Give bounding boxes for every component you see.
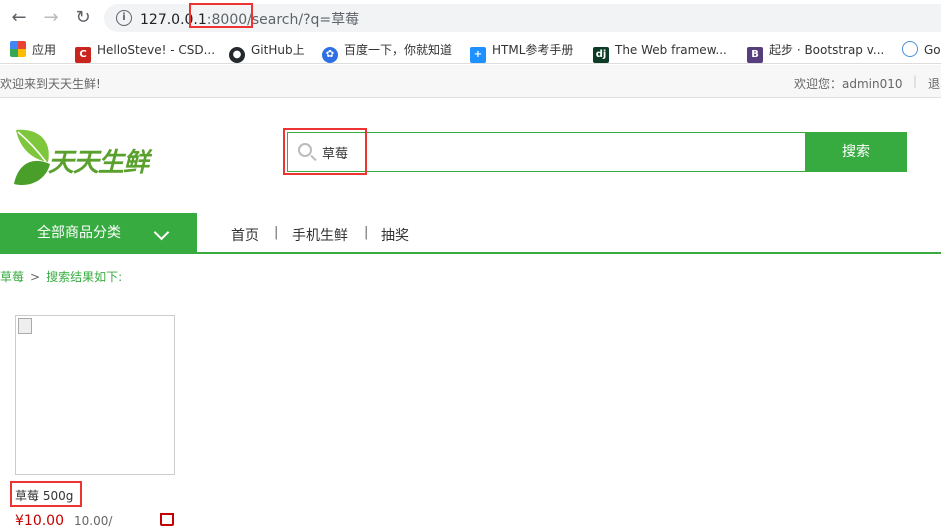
baidu-paw-icon: ✿ bbox=[322, 47, 338, 63]
product-image[interactable] bbox=[15, 315, 175, 475]
browser-toolbar: ← → ↻ i 127.0.0.1:8000/search/?q=草莓 bbox=[0, 0, 941, 36]
breadcrumb-text: 搜索结果如下: bbox=[46, 270, 123, 284]
hexagon-icon bbox=[902, 41, 918, 57]
bookmark-baidu[interactable]: ✿ 百度一下，你就知道 bbox=[322, 41, 452, 63]
search-box: 搜索 bbox=[287, 132, 907, 172]
breadcrumb: 草莓 > 搜索结果如下: bbox=[0, 268, 122, 285]
github-icon: ● bbox=[229, 47, 245, 63]
main-nav: 全部商品分类 首页 | 手机生鲜 | 抽奖 bbox=[0, 213, 941, 254]
bookmarks-bar: 应用 C HelloSteve! - CSD... ● GitHub上 ✿ 百度一下，… bbox=[0, 36, 941, 64]
reload-icon[interactable]: ↻ bbox=[72, 7, 94, 29]
csdn-icon: C bbox=[75, 47, 91, 63]
nav-separator: | bbox=[364, 225, 369, 240]
breadcrumb-keyword[interactable]: 草莓 bbox=[0, 270, 24, 284]
bookmark-bootstrap[interactable]: B 起步 · Bootstrap v... bbox=[747, 41, 884, 63]
chevron-down-icon bbox=[153, 224, 170, 241]
bookmark-github[interactable]: ● GitHub上 bbox=[229, 41, 305, 63]
user-info: 欢迎您：admin010 bbox=[794, 77, 903, 91]
logout-link[interactable]: 退 bbox=[928, 75, 940, 92]
bookmark-go[interactable]: Go bbox=[902, 41, 941, 59]
bookmark-django[interactable]: dj The Web framew... bbox=[593, 41, 727, 63]
nav-lottery[interactable]: 抽奖 bbox=[381, 225, 409, 245]
cart-icon[interactable] bbox=[160, 513, 174, 526]
forward-icon[interactable]: → bbox=[40, 7, 62, 29]
search-highlight bbox=[283, 128, 367, 175]
url-query-highlight bbox=[189, 3, 253, 28]
apps-grid-icon bbox=[10, 41, 26, 57]
site-topbar: 欢迎来到天天生鲜! 欢迎您：admin010 | 退 bbox=[0, 65, 941, 98]
site-logo[interactable]: 天天生鲜 bbox=[12, 124, 164, 188]
bookmark-csdn[interactable]: C HelloSteve! - CSD... bbox=[75, 41, 215, 63]
product-name-highlight bbox=[10, 481, 82, 507]
all-categories-button[interactable]: 全部商品分类 bbox=[0, 213, 197, 254]
back-icon[interactable]: ← bbox=[8, 7, 30, 29]
nav-separator: | bbox=[274, 225, 279, 240]
search-button[interactable]: 搜索 bbox=[805, 132, 907, 172]
info-icon[interactable]: i bbox=[116, 10, 132, 26]
product-price: ¥10.00 bbox=[15, 513, 64, 529]
plus-icon: + bbox=[470, 47, 486, 63]
product-unit: 10.00/ bbox=[74, 514, 113, 528]
bookmark-apps[interactable]: 应用 bbox=[10, 41, 56, 59]
nav-mobile-fresh[interactable]: 手机生鲜 bbox=[292, 225, 348, 245]
topbar-separator: | bbox=[913, 74, 918, 88]
bootstrap-icon: B bbox=[747, 47, 763, 63]
bookmark-html-manual[interactable]: + HTML参考手册 bbox=[470, 41, 573, 63]
breadcrumb-separator: > bbox=[30, 270, 41, 284]
search-input[interactable] bbox=[322, 133, 802, 171]
welcome-text: 欢迎来到天天生鲜! bbox=[0, 77, 101, 91]
broken-image-icon bbox=[18, 318, 32, 334]
nav-home[interactable]: 首页 bbox=[231, 225, 259, 245]
logo-text: 天天生鲜 bbox=[48, 148, 149, 178]
django-icon: dj bbox=[593, 47, 609, 63]
